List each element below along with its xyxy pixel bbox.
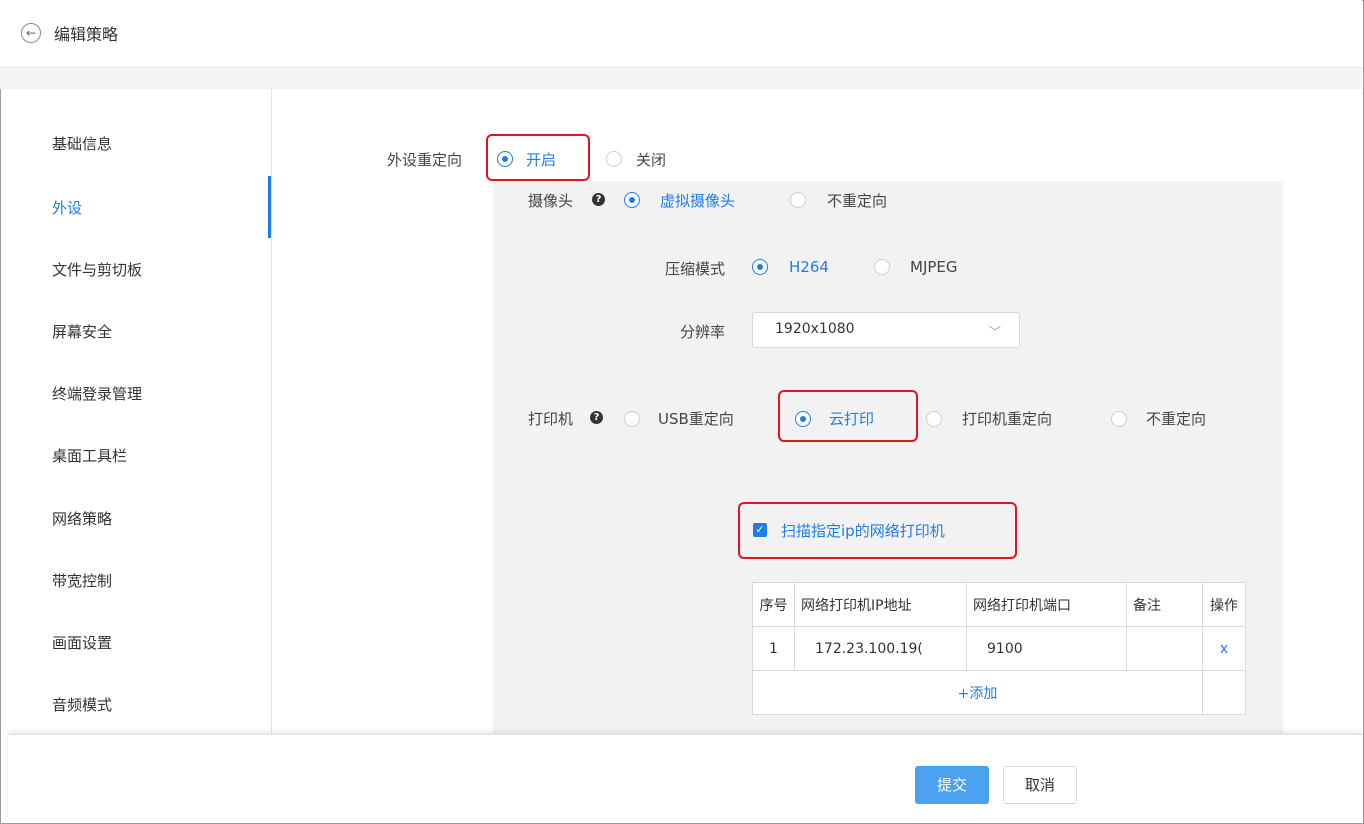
compression-mode-label: 压缩模式 [665, 260, 726, 278]
radio-label-on[interactable]: 开启 [526, 149, 556, 170]
cancel-button[interactable]: 取消 [1003, 766, 1077, 804]
delete-row-button[interactable]: x [1202, 626, 1246, 671]
radio-label-virtual-camera[interactable]: 虚拟摄像头 [660, 190, 735, 211]
resolution-label: 分辨率 [680, 323, 726, 341]
radio-label-usb-redirect[interactable]: USB重定向 [658, 408, 734, 429]
header: ← 编辑策略 [0, 0, 1362, 68]
page-title: 编辑策略 [54, 25, 119, 44]
sidebar-item-display-settings[interactable]: 画面设置 [52, 632, 112, 653]
radio-label-printer-no-redirect[interactable]: 不重定向 [1146, 408, 1206, 429]
radio-printer-cloud[interactable] [795, 411, 811, 427]
sidebar-item-desktop-toolbar[interactable]: 桌面工具栏 [52, 445, 127, 466]
sidebar-item-peripheral[interactable]: 外设 [52, 197, 82, 218]
column-header-port: 网络打印机端口 [966, 582, 1127, 627]
resolution-select[interactable]: 1920x1080 ﹀ [752, 312, 1020, 348]
sidebar-item-bandwidth[interactable]: 带宽控制 [52, 570, 112, 591]
help-icon[interactable]: ? [590, 411, 603, 424]
table-empty-cell [1202, 670, 1246, 715]
table-header-row: 序号 网络打印机IP地址 网络打印机端口 备注 操作 [752, 582, 1246, 627]
peripheral-redirect-label: 外设重定向 [387, 151, 463, 169]
radio-printer-redirect[interactable] [926, 411, 942, 427]
row-index: 1 [752, 626, 795, 671]
sidebar-item-screen-security[interactable]: 屏幕安全 [52, 321, 112, 342]
radio-label-h264[interactable]: H264 [789, 258, 829, 276]
scan-ip-checkbox-label[interactable]: 扫描指定ip的网络打印机 [781, 520, 945, 541]
header-divider-band [0, 68, 1362, 89]
sidebar-item-basic-info[interactable]: 基础信息 [52, 133, 112, 154]
sidebar-item-terminal-login[interactable]: 终端登录管理 [52, 383, 142, 404]
sidebar-item-network-policy[interactable]: 网络策略 [52, 508, 112, 529]
scan-ip-checkbox[interactable]: ✓ [753, 523, 767, 537]
printer-port-input[interactable]: 9100 [966, 626, 1127, 671]
column-header-ip: 网络打印机IP地址 [794, 582, 967, 627]
column-header-note: 备注 [1126, 582, 1203, 627]
submit-button[interactable]: 提交 [915, 766, 989, 804]
column-header-index: 序号 [752, 582, 795, 627]
radio-peripheral-off[interactable] [606, 151, 622, 167]
radio-printer-no-redirect[interactable] [1111, 411, 1127, 427]
radio-label-off[interactable]: 关闭 [636, 149, 666, 170]
back-icon[interactable]: ← [21, 23, 41, 43]
radio-camera-virtual[interactable] [624, 192, 640, 208]
radio-printer-usb[interactable] [624, 411, 640, 427]
sidebar-active-indicator [268, 176, 271, 238]
printer-ip-input[interactable]: 172.23.100.19( [794, 626, 967, 671]
help-icon[interactable]: ? [592, 193, 605, 206]
radio-peripheral-on[interactable] [497, 151, 513, 167]
radio-compression-mjpeg[interactable] [874, 259, 890, 275]
add-row-button[interactable]: +添加 [752, 670, 1203, 715]
table-add-row: +添加 [752, 670, 1246, 715]
radio-label-camera-no-redirect[interactable]: 不重定向 [827, 190, 887, 211]
radio-compression-h264[interactable] [752, 259, 768, 275]
table-row: 1 172.23.100.19( 9100 x [752, 626, 1246, 671]
resolution-value: 1920x1080 [775, 321, 855, 337]
camera-label: 摄像头 [528, 192, 574, 210]
radio-label-cloud-print[interactable]: 云打印 [829, 408, 874, 429]
printer-label: 打印机 [528, 410, 574, 428]
sidebar-item-file-clipboard[interactable]: 文件与剪切板 [52, 259, 142, 280]
sidebar [0, 89, 272, 739]
sidebar-item-audio-mode[interactable]: 音频模式 [52, 694, 112, 715]
printer-note-input[interactable] [1126, 626, 1203, 671]
radio-label-mjpeg[interactable]: MJPEG [910, 258, 958, 276]
radio-label-printer-redirect[interactable]: 打印机重定向 [962, 408, 1052, 429]
radio-camera-no-redirect[interactable] [790, 192, 806, 208]
network-printer-table: 序号 网络打印机IP地址 网络打印机端口 备注 操作 1 172.23.100.… [752, 582, 1246, 715]
column-header-action: 操作 [1202, 582, 1246, 627]
footer-bar [8, 734, 1362, 823]
chevron-down-icon: ﹀ [988, 325, 1001, 339]
